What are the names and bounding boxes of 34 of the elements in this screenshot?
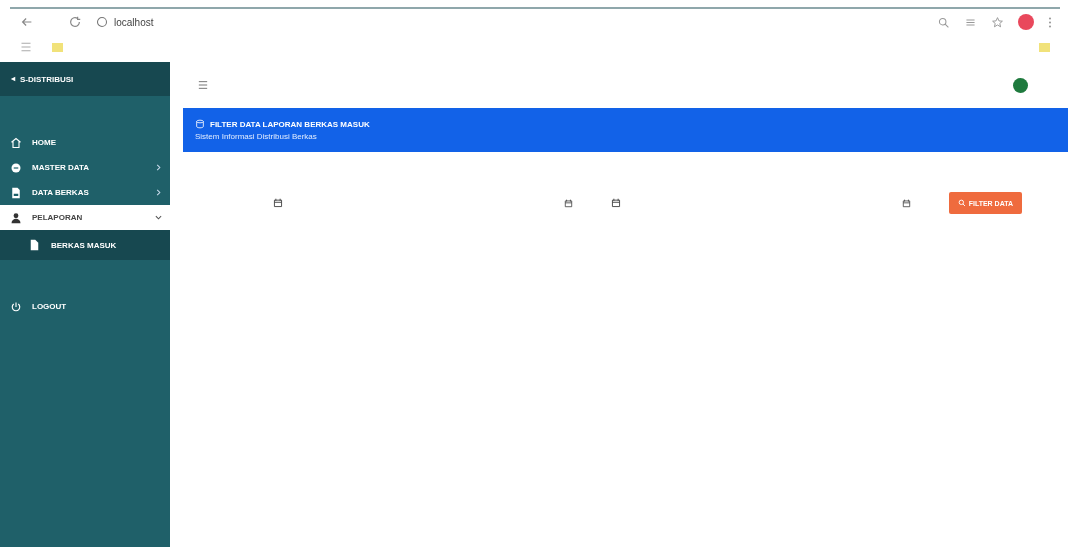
calendar-icon	[273, 198, 283, 208]
sidebar-item[interactable]: DATA BERKAS	[0, 180, 170, 205]
brand-text: S-DISTRIBUSI	[20, 74, 74, 84]
home-icon	[10, 136, 22, 149]
database-icon	[195, 119, 205, 129]
arrow-icon	[10, 76, 16, 82]
sidebar-item[interactable]: MASTER DATA	[0, 155, 170, 180]
user-icon	[10, 211, 22, 224]
calendar-icon	[901, 198, 911, 208]
star-icon[interactable]	[991, 15, 1004, 29]
power-icon	[10, 300, 22, 313]
url-text: localhost	[114, 16, 154, 28]
profile-avatar[interactable]	[1018, 14, 1034, 30]
document-icon	[30, 239, 39, 251]
banner-title: FILTER DATA LAPORAN BERKAS MASUK	[210, 119, 370, 129]
menu-icon[interactable]	[198, 80, 208, 90]
address-bar[interactable]: localhost	[96, 16, 154, 28]
submenu-item[interactable]: BERKAS MASUK	[0, 230, 170, 260]
sidebar-item[interactable]: LOGOUT	[0, 294, 170, 319]
menu-icon[interactable]	[1048, 15, 1052, 29]
document-icon	[10, 186, 22, 199]
reload-icon[interactable]	[68, 15, 82, 29]
info-icon	[96, 16, 108, 28]
calendar-icon	[563, 198, 573, 208]
banner-subtitle: Sistem Informasi Distribusi Berkas	[195, 132, 318, 141]
circle-icon	[10, 161, 22, 174]
search-icon	[957, 199, 966, 207]
sidebar-item[interactable]: HOME	[0, 130, 170, 155]
back-icon[interactable]	[20, 15, 34, 29]
calendar-icon	[610, 198, 621, 208]
user-avatar[interactable]	[1013, 77, 1028, 93]
apps-icon[interactable]	[20, 41, 32, 53]
search-icon[interactable]	[937, 15, 950, 29]
sidebar-item[interactable]: PELAPORAN	[0, 205, 170, 230]
